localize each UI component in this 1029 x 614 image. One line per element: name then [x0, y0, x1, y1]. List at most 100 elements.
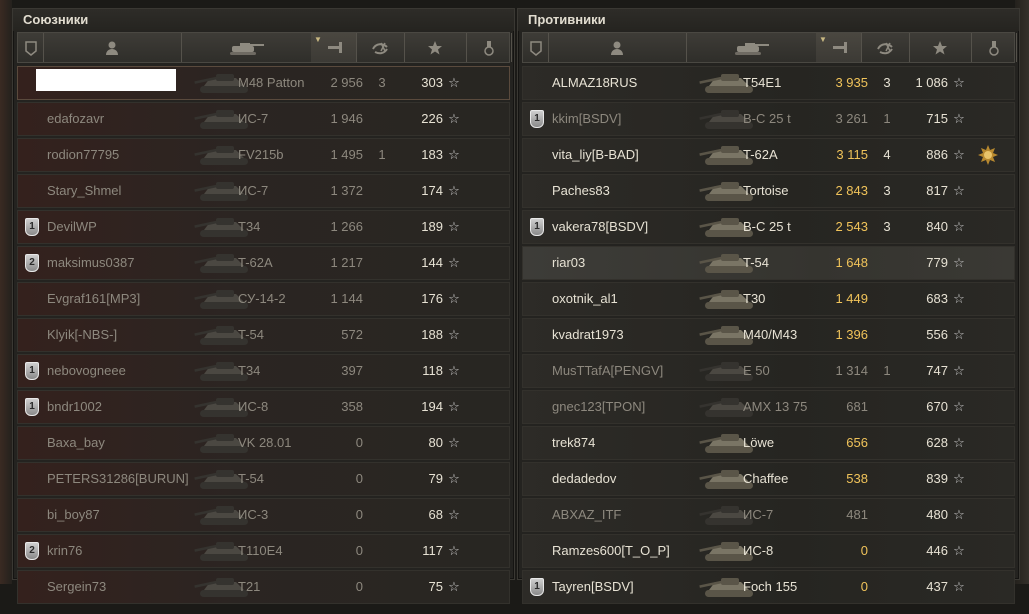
- player-name[interactable]: Ramzes600[T_O_P]: [552, 535, 712, 567]
- player-name[interactable]: ALMAZ18RUS: [552, 67, 712, 99]
- player-name[interactable]: kvadrat1973: [552, 319, 712, 351]
- xp-star-icon: ☆: [448, 291, 460, 306]
- player-name[interactable]: kkim[BSDV]: [552, 103, 712, 135]
- damage-value: 481: [846, 507, 868, 522]
- enemies-table-row[interactable]: Paches83 Tortoise 2 843 3 817 ☆: [522, 174, 1015, 208]
- allies-table-row[interactable]: 1 bndr1002 ИС-8 358 194 ☆: [17, 390, 510, 424]
- enemies-table-row[interactable]: dedadedov Chaffee 538 839 ☆: [522, 462, 1015, 496]
- enemies-header-medal-column[interactable]: [971, 33, 1017, 62]
- player-name[interactable]: trek874: [552, 427, 712, 459]
- player-name[interactable]: Paches83: [552, 175, 712, 207]
- player-name[interactable]: PETERS31286[BURUN]: [47, 463, 207, 495]
- allies-table-row[interactable]: bi_boy87 ИС-3 0 68 ☆: [17, 498, 510, 532]
- player-name[interactable]: maksimus0387: [47, 247, 207, 279]
- platoon-badge-icon: 1: [530, 110, 544, 128]
- allies-table-row[interactable]: PETERS31286[BURUN] T-54 0 79 ☆: [17, 462, 510, 496]
- player-name[interactable]: gnec123[TPON]: [552, 391, 712, 423]
- enemies-table-row[interactable]: vita_liy[B-BAD] T-62A 3 115 4 886 ☆: [522, 138, 1015, 172]
- player-name[interactable]: Tayren[BSDV]: [552, 571, 712, 603]
- enemies-table-row[interactable]: Ramzes600[T_O_P] ИС-8 0 446 ☆: [522, 534, 1015, 568]
- enemies-table-row[interactable]: 1 vakera78[BSDV] B-C 25 t2 543 3 840 ☆: [522, 210, 1015, 244]
- player-name[interactable]: Stary_Shmel: [47, 175, 207, 207]
- xp-star-icon: ☆: [448, 471, 460, 486]
- allies-table-row[interactable]: Baxa_bay VK 28.01 0 80 ☆: [17, 426, 510, 460]
- enemies-table-row[interactable]: gnec123[TPON] AMX 13 75 681 670 ☆: [522, 390, 1015, 424]
- enemies-table-row[interactable]: oxotnik_al1 T30 1 449 683 ☆: [522, 282, 1015, 316]
- allies-header-medal-column[interactable]: [466, 33, 512, 62]
- kills-value: [877, 499, 897, 531]
- allies-header-kills-column[interactable]: [356, 33, 405, 62]
- damage-value: 1 144: [330, 291, 363, 306]
- xp-value: 839: [926, 471, 948, 486]
- player-name[interactable]: krin76: [47, 535, 207, 567]
- sort-descending-icon: ▼: [314, 35, 322, 44]
- kills-value: 3: [883, 75, 891, 90]
- player-name[interactable]: nebovogneee: [47, 355, 207, 387]
- xp-value: 303: [421, 75, 443, 90]
- enemies-table-row[interactable]: 1 Tayren[BSDV] Foch 155 0 437 ☆: [522, 570, 1015, 604]
- allies-table-row[interactable]: Sergein73 T21 0 75 ☆: [17, 570, 510, 604]
- allies-table-row[interactable]: 2 maksimus0387 T-62A 1 217 144 ☆: [17, 246, 510, 280]
- kills-value: 3: [883, 183, 891, 198]
- enemies-table-row[interactable]: ABXAZ_ITF ИС-7 481 480 ☆: [522, 498, 1015, 532]
- player-name[interactable]: oxotnik_al1: [552, 283, 712, 315]
- xp-value: 176: [421, 291, 443, 306]
- enemies-header-kills-column[interactable]: [861, 33, 910, 62]
- allies-table-row[interactable]: rodion77795 FV215b 1 495 1 183 ☆: [17, 138, 510, 172]
- enemies-header-xp-column[interactable]: [909, 33, 972, 62]
- player-name[interactable]: riar03: [552, 247, 712, 279]
- player-name[interactable]: vakera78[BSDV]: [552, 211, 712, 243]
- player-name[interactable]: Baxa_bay: [47, 427, 207, 459]
- allies-table-row[interactable]: Stary_Shmel ИС-7 1 372 174 ☆: [17, 174, 510, 208]
- allies-header-damage-column[interactable]: ▼: [311, 33, 357, 62]
- allies-header-badge-column[interactable]: [18, 33, 44, 62]
- player-name[interactable]: Klyik[-NBS-]: [47, 319, 207, 351]
- damage-value: 1 648: [835, 255, 868, 270]
- enemies-panel: Противники ▼ ALMAZ18RUS T54E1 3 935 3 1 086 ☆…: [517, 8, 1020, 604]
- xp-value: 118: [422, 363, 443, 378]
- xp-star-icon: ☆: [953, 579, 965, 594]
- xp-value: 1 086: [915, 75, 948, 90]
- allies-table-row[interactable]: M48 Patton 2 956 3 303 ☆: [17, 66, 510, 100]
- allies-table-row[interactable]: 1 DevilWP T34 1 266 189 ☆: [17, 210, 510, 244]
- damage-value: 2 843: [835, 183, 868, 198]
- allies-header-player-column[interactable]: [43, 33, 182, 62]
- player-name[interactable]: rodion77795: [47, 139, 207, 171]
- achievement-medal-icon[interactable]: [978, 145, 998, 165]
- allies-header-xp-column[interactable]: [404, 33, 467, 62]
- allies-table-row[interactable]: 1 nebovogneee T34 397 118 ☆: [17, 354, 510, 388]
- player-name[interactable]: dedadedov: [552, 463, 712, 495]
- allies-table-row[interactable]: Klyik[-NBS-] T-54 572 188 ☆: [17, 318, 510, 352]
- enemies-table-row[interactable]: 1 kkim[BSDV] B-C 25 t3 261 1 715 ☆: [522, 102, 1015, 136]
- allies-table-row[interactable]: 2 krin76 T110E4 0 117 ☆: [17, 534, 510, 568]
- player-icon: [106, 41, 118, 55]
- allies-table-row[interactable]: edafozavr ИС-7 1 946 226 ☆: [17, 102, 510, 136]
- xp-star-icon: ☆: [953, 255, 965, 270]
- kills-value: [372, 499, 392, 531]
- player-name[interactable]: bndr1002: [47, 391, 207, 423]
- allies-title: Союзники: [13, 9, 514, 31]
- enemies-header-player-column[interactable]: [548, 33, 687, 62]
- player-name[interactable]: Sergein73: [47, 571, 207, 603]
- enemies-table-row[interactable]: kvadrat1973 M40/M43 1 396 556 ☆: [522, 318, 1015, 352]
- player-name[interactable]: MusTTafA[PENGV]: [552, 355, 712, 387]
- player-name[interactable]: Evgraf161[MP3]: [47, 283, 207, 315]
- enemies-header-tank-column[interactable]: [686, 33, 817, 62]
- badge-icon: [529, 40, 542, 56]
- damage-value: 1 372: [330, 183, 363, 198]
- enemies-header-badge-column[interactable]: [523, 33, 549, 62]
- player-name[interactable]: edafozavr: [47, 103, 207, 135]
- allies-header: ▼: [17, 32, 512, 63]
- enemies-table-row[interactable]: trek874 Löwe 656 628 ☆: [522, 426, 1015, 460]
- player-name[interactable]: vita_liy[B-BAD]: [552, 139, 712, 171]
- enemies-header-damage-column[interactable]: ▼: [816, 33, 862, 62]
- allies-table-row[interactable]: Evgraf161[MP3] СУ-14-2 1 144 176 ☆: [17, 282, 510, 316]
- player-name[interactable]: ABXAZ_ITF: [552, 499, 712, 531]
- player-name[interactable]: DevilWP: [47, 211, 207, 243]
- xp-value: 670: [926, 399, 948, 414]
- enemies-table-row[interactable]: MusTTafA[PENGV] E 50 1 314 1 747 ☆: [522, 354, 1015, 388]
- player-name[interactable]: bi_boy87: [47, 499, 207, 531]
- allies-header-tank-column[interactable]: [181, 33, 312, 62]
- enemies-table-row[interactable]: ALMAZ18RUS T54E1 3 935 3 1 086 ☆: [522, 66, 1015, 100]
- enemies-table-row[interactable]: riar03 T-54 1 648 779 ☆: [522, 246, 1015, 280]
